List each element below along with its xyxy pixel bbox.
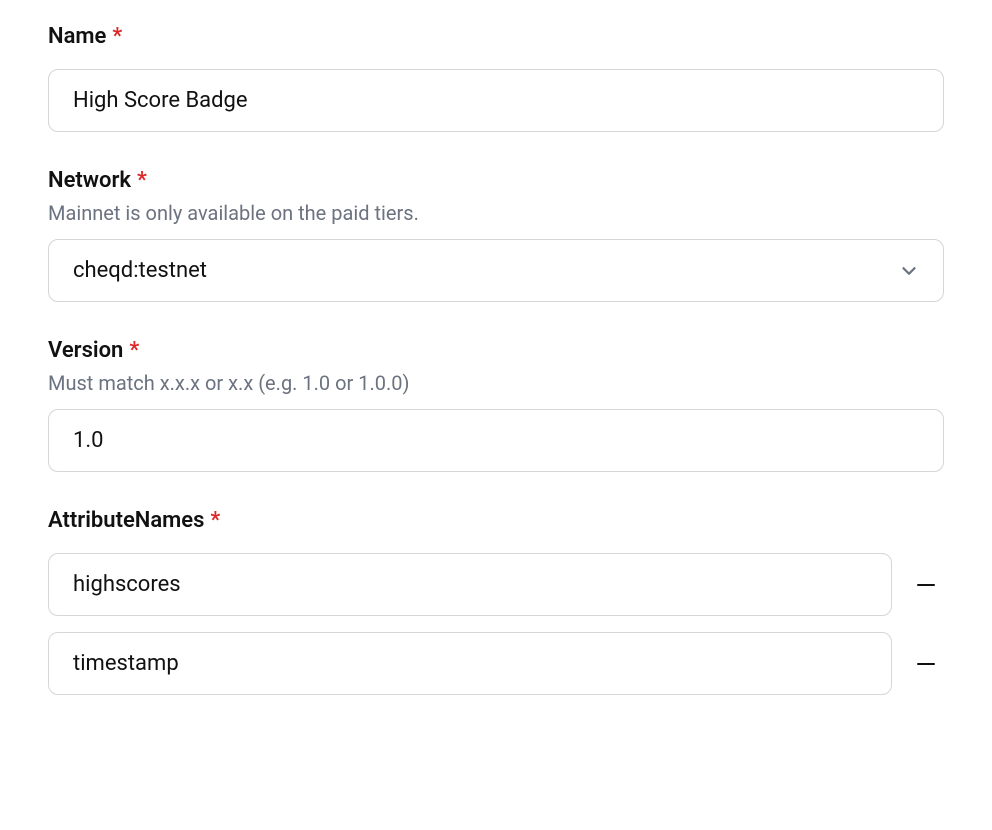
- network-select[interactable]: cheqd:testnet: [48, 239, 944, 302]
- required-star: *: [129, 338, 139, 363]
- remove-attribute-button[interactable]: [908, 567, 944, 603]
- name-label: Name: [48, 24, 106, 49]
- network-select-wrap: cheqd:testnet: [48, 239, 944, 302]
- attributename-input[interactable]: [48, 632, 892, 695]
- version-input[interactable]: [48, 409, 944, 472]
- attributename-row: [48, 553, 944, 616]
- remove-attribute-button[interactable]: [908, 646, 944, 682]
- attributenames-field-group: AttributeNames *: [48, 508, 944, 695]
- version-field-group: Version * Must match x.x.x or x.x (e.g. …: [48, 338, 944, 472]
- version-label: Version: [48, 338, 123, 363]
- version-description: Must match x.x.x or x.x (e.g. 1.0 or 1.0…: [48, 371, 944, 395]
- required-star: *: [210, 508, 220, 533]
- network-field-group: Network * Mainnet is only available on t…: [48, 168, 944, 302]
- network-description: Mainnet is only available on the paid ti…: [48, 201, 944, 225]
- attributenames-list: [48, 553, 944, 695]
- attributename-input[interactable]: [48, 553, 892, 616]
- attributenames-label: AttributeNames: [48, 508, 204, 533]
- network-label: Network: [48, 168, 131, 193]
- name-input[interactable]: [48, 69, 944, 132]
- attributename-row: [48, 632, 944, 695]
- minus-icon: [914, 652, 938, 676]
- minus-icon: [914, 573, 938, 597]
- required-star: *: [112, 24, 122, 49]
- required-star: *: [137, 168, 147, 193]
- name-field-group: Name *: [48, 24, 944, 132]
